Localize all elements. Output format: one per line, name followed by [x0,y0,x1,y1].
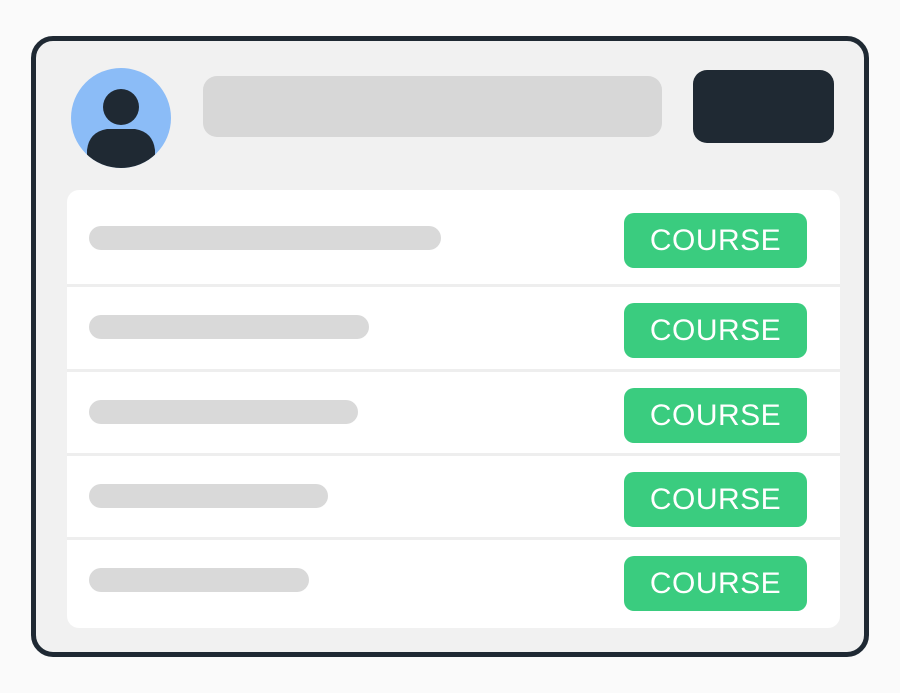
course-button[interactable]: COURSE [624,472,807,527]
user-avatar-icon [87,89,155,168]
course-list-item: COURSE [67,190,840,287]
course-button[interactable]: COURSE [624,213,807,268]
app-window: COURSE COURSE COURSE COURSE COURSE [31,36,869,657]
course-button[interactable]: COURSE [624,303,807,358]
course-list-item: COURSE [67,540,840,628]
course-list-item: COURSE [67,456,840,540]
header-action-button[interactable] [693,70,834,143]
course-title-placeholder [89,400,358,424]
course-list-item: COURSE [67,372,840,456]
search-bar[interactable] [203,76,662,137]
course-list-item: COURSE [67,287,840,372]
user-avatar[interactable] [71,68,171,168]
course-button[interactable]: COURSE [624,556,807,611]
course-button[interactable]: COURSE [624,388,807,443]
course-title-placeholder [89,568,309,592]
course-title-placeholder [89,484,328,508]
course-list: COURSE COURSE COURSE COURSE COURSE [67,190,840,628]
course-title-placeholder [89,226,441,250]
course-title-placeholder [89,315,369,339]
